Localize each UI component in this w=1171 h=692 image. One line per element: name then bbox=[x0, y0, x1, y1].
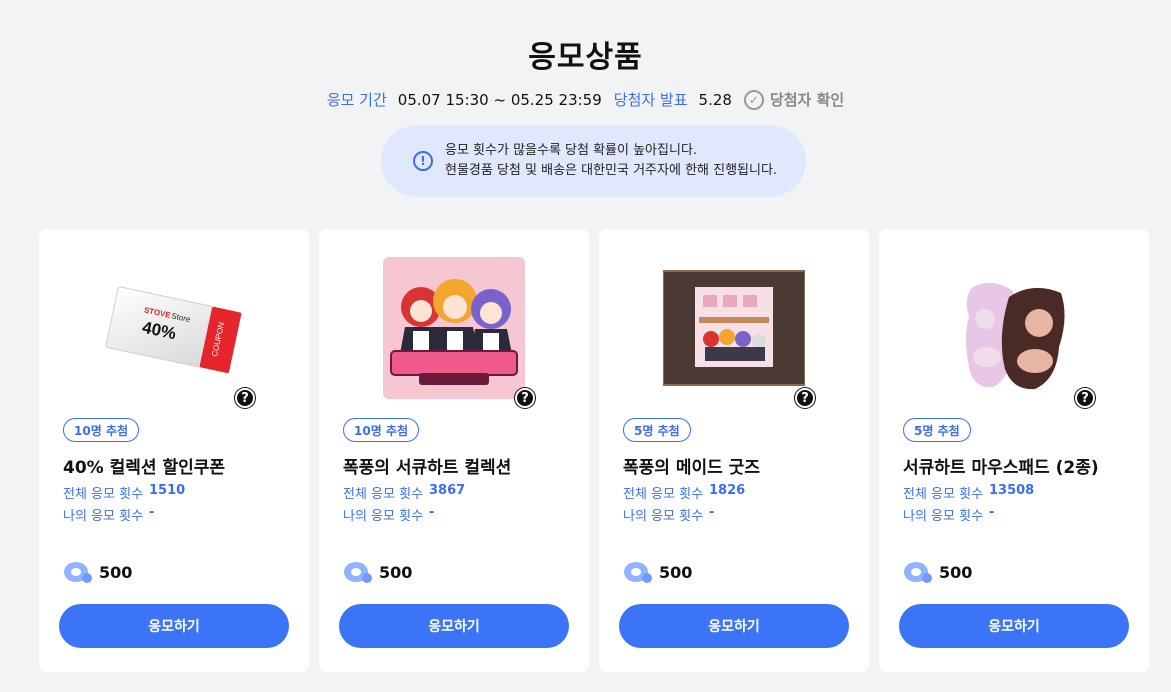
help-icon[interactable]: ? bbox=[1075, 388, 1095, 408]
apply-button[interactable]: 응모하기 bbox=[339, 604, 569, 648]
total-entries-value: 3867 bbox=[429, 483, 466, 498]
notice-banner: ! 응모 횟수가 많을수록 당첨 확률이 높아집니다. 현물경품 당첨 및 배송… bbox=[381, 125, 806, 197]
total-entries-label: 전체 응모 횟수 bbox=[623, 487, 704, 502]
my-entries-row: 나의 응모 횟수 - bbox=[903, 505, 994, 524]
period-label: 응모 기간 bbox=[326, 91, 387, 109]
maid-collection-cover-image bbox=[383, 257, 525, 399]
info-icon: ! bbox=[413, 151, 433, 171]
prize-name: 40% 컬렉션 할인쿠폰 bbox=[63, 458, 226, 478]
check-circle-icon: ✓ bbox=[743, 89, 764, 110]
prize-name: 폭풍의 메이드 굿즈 bbox=[623, 458, 760, 478]
my-entries-label: 나의 응모 횟수 bbox=[903, 509, 984, 524]
page-title: 응모상품 bbox=[528, 40, 643, 75]
help-icon[interactable]: ? bbox=[235, 388, 255, 408]
prize-card: ? 5명 추첨 서큐하트 마우스패드 (2종) 전체 응모 횟수 13508 나… bbox=[879, 229, 1149, 672]
prize-card: ? 5명 추첨 폭풍의 메이드 굿즈 전체 응모 횟수 1826 나의 응모 횟… bbox=[599, 229, 869, 672]
my-entries-value: - bbox=[989, 505, 995, 520]
entry-cost: 500 bbox=[343, 559, 412, 585]
my-entries-value: - bbox=[149, 505, 155, 520]
entry-cost: 500 bbox=[63, 559, 132, 585]
notice-line-2: 현물경품 당첨 및 배송은 대한민국 거주자에 한해 진행됩니다. bbox=[445, 163, 778, 178]
prize-card: COUPON STOVE Store 40% ? 10명 추첨 40% 컬렉션 … bbox=[39, 229, 309, 672]
apply-button[interactable]: 응모하기 bbox=[619, 604, 849, 648]
my-entries-row: 나의 응모 횟수 - bbox=[63, 505, 154, 524]
event-period-bar: 응모 기간 05.07 15:30 ~ 05.25 23:59 당첨자 발표 5… bbox=[0, 89, 1171, 110]
my-entries-value: - bbox=[429, 505, 435, 520]
entry-cost-value: 500 bbox=[379, 562, 413, 582]
coupon-image: COUPON STOVE Store 40% bbox=[103, 257, 245, 399]
draw-count-badge: 5명 추첨 bbox=[623, 418, 691, 442]
total-entries-label: 전체 응모 횟수 bbox=[343, 487, 424, 502]
prize-name: 폭풍의 서큐하트 컬렉션 bbox=[343, 458, 512, 478]
winner-check-button[interactable]: ✓ 당첨자 확인 bbox=[743, 89, 845, 110]
entry-cost: 500 bbox=[623, 559, 692, 585]
entry-cost: 500 bbox=[903, 559, 972, 585]
maid-goods-image bbox=[662, 257, 806, 399]
draw-count-badge: 5명 추첨 bbox=[903, 418, 971, 442]
entry-cost-value: 500 bbox=[939, 562, 973, 582]
draw-count-badge: 10명 추첨 bbox=[343, 418, 419, 442]
my-entries-label: 나의 응모 횟수 bbox=[623, 509, 704, 524]
total-entries-row: 전체 응모 횟수 1826 bbox=[623, 483, 745, 502]
entry-cost-value: 500 bbox=[99, 562, 133, 582]
my-entries-row: 나의 응모 횟수 - bbox=[343, 505, 434, 524]
apply-button[interactable]: 응모하기 bbox=[59, 604, 289, 648]
gem-coin-icon bbox=[344, 562, 372, 583]
gem-coin-icon bbox=[64, 562, 92, 583]
total-entries-row: 전체 응모 횟수 3867 bbox=[343, 483, 465, 502]
gem-coin-icon bbox=[904, 562, 932, 583]
notice-line-1: 응모 횟수가 많을수록 당첨 확률이 높아집니다. bbox=[445, 143, 698, 158]
my-entries-label: 나의 응모 횟수 bbox=[343, 509, 424, 524]
my-entries-label: 나의 응모 횟수 bbox=[63, 509, 144, 524]
my-entries-row: 나의 응모 횟수 - bbox=[623, 505, 714, 524]
mousepad-image bbox=[943, 257, 1085, 399]
gem-coin-icon bbox=[624, 562, 652, 583]
prize-card-list: COUPON STOVE Store 40% ? 10명 추첨 40% 컬렉션 … bbox=[39, 229, 1149, 672]
total-entries-value: 13508 bbox=[989, 483, 1035, 498]
draw-count-badge: 10명 추첨 bbox=[63, 418, 139, 442]
prize-name: 서큐하트 마우스패드 (2종) bbox=[903, 458, 1099, 478]
entry-cost-value: 500 bbox=[659, 562, 693, 582]
period-value: 05.07 15:30 ~ 05.25 23:59 bbox=[397, 90, 602, 109]
my-entries-value: - bbox=[709, 505, 715, 520]
help-icon[interactable]: ? bbox=[795, 388, 815, 408]
prize-card: ? 10명 추첨 폭풍의 서큐하트 컬렉션 전체 응모 횟수 3867 나의 응… bbox=[319, 229, 589, 672]
winner-check-label: 당첨자 확인 bbox=[769, 91, 845, 109]
total-entries-value: 1510 bbox=[149, 483, 186, 498]
total-entries-row: 전체 응모 횟수 13508 bbox=[903, 483, 1034, 502]
total-entries-label: 전체 응모 횟수 bbox=[63, 487, 144, 502]
announce-value: 5.28 bbox=[698, 90, 732, 109]
help-icon[interactable]: ? bbox=[515, 388, 535, 408]
apply-button[interactable]: 응모하기 bbox=[899, 604, 1129, 648]
total-entries-label: 전체 응모 횟수 bbox=[903, 487, 984, 502]
total-entries-value: 1826 bbox=[709, 483, 746, 498]
total-entries-row: 전체 응모 횟수 1510 bbox=[63, 483, 185, 502]
announce-label: 당첨자 발표 bbox=[613, 91, 688, 109]
